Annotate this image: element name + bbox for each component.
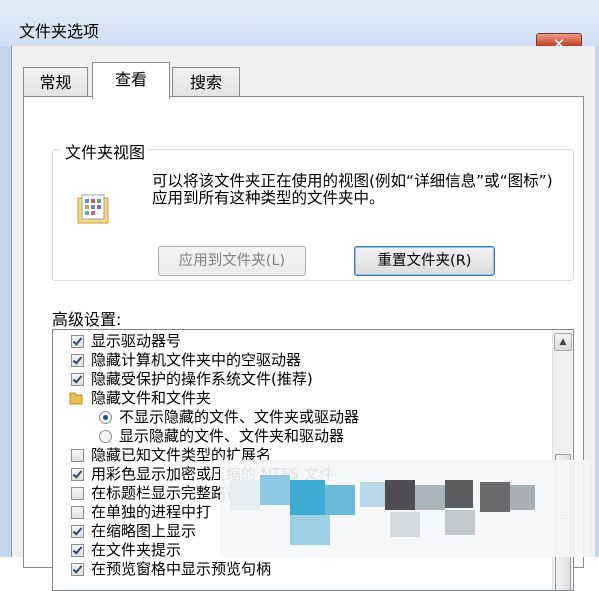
folder-views-group: 文件夹视图 可以将该文件夹正在使用的视图(例如“详细信息”或“图标”)应用到所有…: [52, 139, 574, 281]
item-label: 不显示隐藏的文件、文件夹或驱动器: [119, 408, 360, 426]
view-tab-panel: 文件夹视图 可以将该文件夹正在使用的视图(例如“详细信息”或“图标”)应用到所有…: [23, 96, 584, 591]
checkbox[interactable]: [71, 354, 84, 367]
checkbox[interactable]: [71, 544, 84, 557]
checkbox[interactable]: [71, 449, 84, 462]
list-item: 隐藏文件和文件夹: [69, 389, 212, 407]
item-label: 隐藏已知文件类型的扩展名: [91, 446, 272, 464]
checkbox[interactable]: [71, 506, 84, 519]
list-item[interactable]: 在缩略图上显示: [71, 522, 197, 540]
title-bar[interactable]: 文件夹选项 ✕: [0, 0, 599, 55]
list-item[interactable]: 隐藏受保护的操作系统文件(推荐): [71, 370, 313, 388]
folder-views-title: 文件夹视图: [61, 139, 150, 163]
checkbox[interactable]: [71, 335, 84, 348]
item-label: 在单独的进程中打: [91, 503, 212, 521]
radio-button[interactable]: [99, 430, 112, 443]
window-title: 文件夹选项: [19, 22, 100, 41]
item-label: 用彩色显示加密或压缩的 NTFS 文件: [91, 465, 334, 483]
apply-to-folders-button[interactable]: 应用到文件夹(L): [158, 246, 306, 276]
radio-button[interactable]: [99, 411, 112, 424]
item-label: 显示隐藏的文件、文件夹和驱动器: [119, 427, 345, 445]
list-item[interactable]: 显示驱动器号: [71, 332, 182, 350]
list-item[interactable]: 用彩色显示加密或压缩的 NTFS 文件: [71, 465, 334, 483]
tab-search[interactable]: 搜索: [172, 67, 240, 97]
tab-view[interactable]: 查看: [92, 62, 170, 99]
folder-views-description: 可以将该文件夹正在使用的视图(例如“详细信息”或“图标”)应用到所有这种类型的文…: [152, 172, 553, 207]
item-label: 显示驱动器号: [91, 332, 182, 350]
list-item[interactable]: 在单独的进程中打: [71, 503, 212, 521]
folder-view-icon: [77, 194, 109, 224]
scroll-thumb[interactable]: [555, 454, 571, 590]
checkbox[interactable]: [71, 563, 84, 576]
list-item[interactable]: 在文件夹提示: [71, 541, 182, 559]
dialog-body: 常规 查看 搜索 文件夹视图 可以将该文件夹正在使用的视图(例如“详细信息”或“…: [11, 46, 595, 591]
vertical-scrollbar[interactable]: ▲: [552, 330, 572, 590]
advanced-settings-list[interactable]: 显示驱动器号 隐藏计算机文件夹中的空驱动器 隐藏受保护的操作系统文件(推荐) 隐…: [52, 329, 574, 591]
advanced-settings-label: 高级设置:: [52, 310, 122, 329]
folder-options-window: 文件夹选项 ✕ 常规 查看 搜索 文件夹视图 可以将该文件夹正在使用的视图(例如…: [0, 0, 599, 591]
checkbox[interactable]: [71, 468, 84, 481]
checkbox[interactable]: [71, 373, 84, 386]
item-label: 在预览窗格中显示预览句柄: [91, 560, 272, 578]
folder-icon: [69, 392, 83, 405]
list-item[interactable]: 在标题栏显示完整路径(仅限经典主题): [71, 484, 343, 502]
reset-folders-button[interactable]: 重置文件夹(R): [354, 246, 495, 276]
scroll-up-arrow-icon[interactable]: ▲: [554, 333, 572, 351]
checkbox[interactable]: [71, 487, 84, 500]
item-label: 在标题栏显示完整路径(仅限经典主题): [91, 484, 343, 502]
list-item[interactable]: 隐藏计算机文件夹中的空驱动器: [71, 351, 302, 369]
list-item[interactable]: 在预览窗格中显示预览句柄: [71, 560, 272, 578]
item-label: 在缩略图上显示: [91, 522, 197, 540]
item-label: 隐藏计算机文件夹中的空驱动器: [91, 351, 302, 369]
checkbox[interactable]: [71, 525, 84, 538]
list-item[interactable]: 隐藏已知文件类型的扩展名: [71, 446, 272, 464]
item-label: 隐藏文件和文件夹: [91, 389, 212, 407]
list-item[interactable]: 不显示隐藏的文件、文件夹或驱动器: [99, 408, 360, 426]
list-item[interactable]: 显示隐藏的文件、文件夹和驱动器: [99, 427, 345, 445]
item-label: 隐藏受保护的操作系统文件(推荐): [91, 370, 313, 388]
tab-general[interactable]: 常规: [23, 67, 88, 97]
item-label: 在文件夹提示: [91, 541, 182, 559]
